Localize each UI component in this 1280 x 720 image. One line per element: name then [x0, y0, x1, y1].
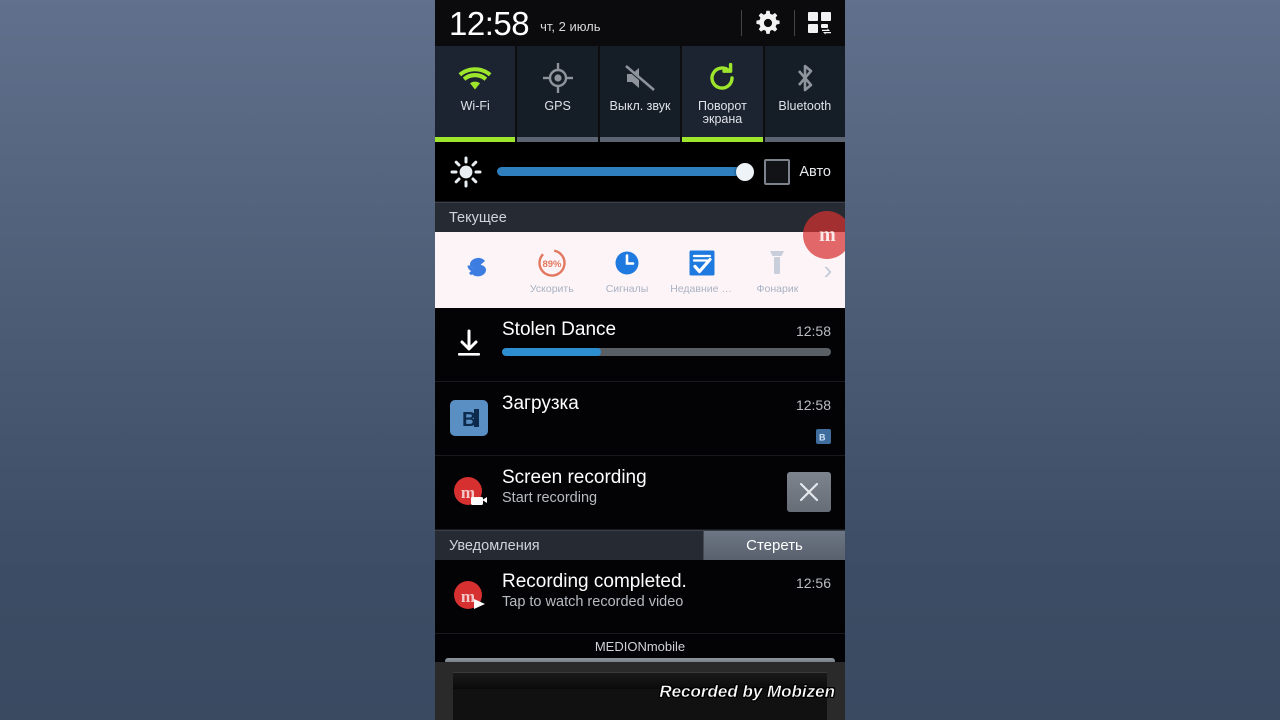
gps-crosshair-icon: [542, 57, 574, 99]
notification-stolen-dance[interactable]: Stolen Dance 12:58: [435, 308, 845, 382]
quick-toggle-state-bar: [682, 137, 763, 142]
shortcut-item-s[interactable]: [439, 252, 514, 289]
notification-download-vk[interactable]: B Загрузка 12:58 B: [435, 382, 845, 456]
notification-body: Screen recording Start recording: [502, 467, 768, 516]
checklist-icon: [686, 246, 718, 280]
svg-text:m: m: [461, 587, 475, 606]
quick-toggle-bluetooth[interactable]: Bluetooth: [764, 46, 845, 142]
phone-screen: 12:58 чт, 2 июль Wi-Fi GPS Выкл. звук По…: [435, 0, 845, 720]
notification-time: 12:58: [795, 397, 831, 413]
shortcut-label: Фонарик: [756, 282, 799, 295]
carrier-label: MEDIONmobile: [435, 634, 845, 658]
svg-text:B: B: [819, 433, 826, 443]
quick-toggle-state-bar: [517, 137, 598, 142]
quick-toggle-state-bar: [599, 137, 681, 142]
section-header-notifications: Уведомления Стереть: [435, 530, 845, 560]
quick-settings-row: Wi-Fi GPS Выкл. звук Поворот экрана Blue…: [435, 46, 845, 142]
status-bar-actions: [729, 9, 835, 37]
section-header-ongoing: Текущее: [435, 202, 845, 232]
quick-toggle-label: Выкл. звук: [609, 99, 671, 113]
notification-header: Recording completed. 12:56: [502, 571, 831, 593]
notification-subtitle: Start recording: [502, 490, 598, 506]
notification-time: 12:56: [795, 575, 831, 591]
flashlight-icon: [763, 246, 791, 280]
mobizen-bubble-glyph: m: [819, 223, 836, 246]
shortcut-item-boost[interactable]: 89% Ускорить: [514, 246, 589, 295]
mobizen-play-icon: m: [449, 571, 489, 620]
quick-toggle-state-bar: [435, 137, 516, 142]
notification-title: Recording completed.: [502, 571, 687, 592]
shortcut-item-recent[interactable]: Недавние п...: [665, 246, 740, 295]
shortcut-widget-strip: 89% Ускорить Сигналы Недавние п... Фонар…: [435, 232, 845, 308]
brightness-sun-icon: [449, 155, 483, 189]
download-progress-fill: [502, 348, 601, 356]
quick-toggle-label: GPS: [544, 99, 571, 113]
quick-toggle-state-bar: [764, 137, 845, 142]
wifi-icon: [457, 57, 493, 99]
quick-panel-grid-icon[interactable]: [807, 10, 835, 36]
download-progress-bar: [502, 348, 831, 356]
notification-header: Загрузка 12:58: [502, 393, 831, 415]
boost-ring-icon: 89%: [536, 246, 568, 280]
svg-text:89%: 89%: [542, 259, 562, 270]
quick-toggle-screen-rotation[interactable]: Поворот экрана: [682, 46, 763, 142]
auto-brightness-label: Авто: [799, 163, 831, 180]
gear-icon[interactable]: [754, 9, 782, 37]
vk-app-icon: B: [449, 393, 489, 442]
s-logo-icon: [460, 252, 494, 286]
brightness-slider-knob[interactable]: [736, 162, 755, 181]
brightness-row: Авто: [435, 142, 845, 202]
section-title: Уведомления: [449, 537, 540, 554]
status-clock: 12:58: [449, 4, 530, 42]
shortcut-label: Ускорить: [529, 282, 574, 295]
chevron-right-icon[interactable]: ›: [815, 257, 841, 283]
clear-notifications-button[interactable]: Стереть: [703, 531, 845, 560]
shortcut-item-flashlight[interactable]: Фонарик: [740, 246, 815, 295]
alarm-clock-icon: [611, 246, 643, 280]
shortcut-label: Сигналы: [605, 282, 649, 295]
status-divider: [741, 10, 742, 36]
shortcut-item-alarms[interactable]: Сигналы: [589, 246, 664, 295]
screen-rotate-icon: [706, 57, 738, 99]
close-x-icon[interactable]: [787, 471, 831, 512]
quick-toggle-mute[interactable]: Выкл. звук: [599, 46, 681, 142]
notification-body: Stolen Dance 12:58: [502, 319, 831, 368]
quick-toggle-label: Wi-Fi: [460, 99, 490, 113]
notification-header: Screen recording: [502, 467, 768, 489]
mute-icon: [623, 57, 657, 99]
notification-title: Stolen Dance: [502, 319, 617, 340]
section-title: Текущее: [449, 209, 507, 226]
quick-toggle-gps[interactable]: GPS: [517, 46, 598, 142]
notification-screen-recording[interactable]: m Screen recording Start recording: [435, 456, 845, 530]
quick-toggle-label: Bluetooth: [778, 99, 832, 113]
download-arrow-icon: [449, 319, 489, 368]
shortcut-label: Недавние п...: [670, 282, 735, 295]
quick-toggle-label: Поворот экрана: [698, 99, 747, 126]
notification-header: Stolen Dance 12:58: [502, 319, 831, 341]
notification-title: Screen recording: [502, 467, 647, 488]
mobizen-icon: m: [449, 467, 489, 516]
notification-title: Загрузка: [502, 393, 579, 414]
notification-body: Recording completed. 12:56 Tap to watch …: [502, 571, 831, 620]
brightness-slider[interactable]: [497, 162, 755, 181]
notification-subtitle: Tap to watch recorded video: [502, 594, 684, 610]
notification-recording-completed[interactable]: m Recording completed. 12:56 Tap to watc…: [435, 560, 845, 634]
notification-body: Загрузка 12:58: [502, 393, 831, 442]
bluetooth-icon: [792, 57, 818, 99]
quick-toggle-wifi[interactable]: Wi-Fi: [435, 46, 516, 142]
vk-small-icon: B: [816, 429, 831, 444]
status-divider-2: [794, 10, 795, 36]
auto-brightness-checkbox[interactable]: [764, 158, 791, 185]
mobizen-bubble-icon[interactable]: m: [803, 211, 845, 259]
mobizen-watermark: Recorded by Mobizen: [659, 682, 835, 701]
status-bar: 12:58 чт, 2 июль: [435, 0, 845, 46]
notification-time: 12:58: [795, 323, 831, 339]
status-date: чт, 2 июль: [540, 19, 601, 34]
